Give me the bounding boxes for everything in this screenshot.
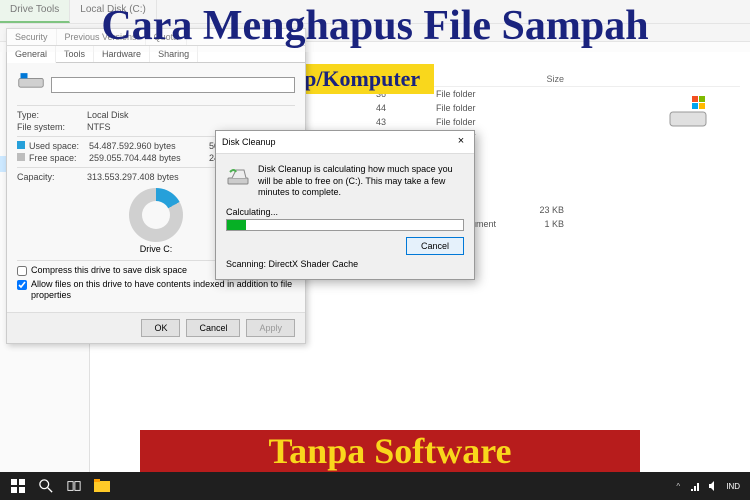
explorer-taskbar-icon[interactable] [90, 474, 114, 498]
used-bytes: 54.487.592.960 bytes [89, 141, 209, 151]
cleanup-message: Disk Cleanup is calculating how much spa… [258, 164, 464, 199]
col-size-header[interactable]: Size [520, 74, 570, 84]
index-label: Allow files on this drive to have conten… [31, 279, 295, 301]
used-legend-icon [17, 141, 25, 149]
drive-icon [17, 71, 45, 99]
fs-value: NTFS [87, 122, 111, 132]
calculating-label: Calculating... [226, 207, 464, 217]
drive-label-input[interactable] [51, 77, 295, 93]
index-checkbox[interactable] [17, 280, 27, 290]
compress-label: Compress this drive to save disk space [31, 265, 187, 276]
used-label: Used space: [29, 141, 89, 151]
task-view-icon[interactable] [62, 474, 86, 498]
search-icon[interactable] [34, 474, 58, 498]
cancel-button[interactable]: Cancel [186, 319, 240, 337]
scanning-label: Scanning: [226, 259, 266, 269]
disk-cleanup-dialog: Disk Cleanup × Disk Cleanup is calculati… [215, 130, 475, 280]
capacity-label: Capacity: [17, 172, 87, 182]
chevron-up-icon[interactable]: ^ [672, 480, 684, 492]
tutorial-overlay: Cara Menghapus File Sampah [0, 0, 750, 52]
compress-checkbox[interactable] [17, 266, 27, 276]
cleanup-cancel-button[interactable]: Cancel [406, 237, 464, 255]
volume-icon[interactable] [708, 480, 720, 492]
tutorial-title: Cara Menghapus File Sampah [0, 0, 750, 52]
drive-icon [666, 90, 710, 139]
network-icon[interactable] [690, 480, 702, 492]
cleanup-icon [226, 164, 250, 188]
capacity-bytes: 313.553.297.408 bytes [87, 172, 179, 182]
fs-label: File system: [17, 122, 87, 132]
cleanup-title: Disk Cleanup [222, 137, 276, 147]
start-button[interactable] [6, 474, 30, 498]
taskbar: ^ IND [0, 472, 750, 500]
free-label: Free space: [29, 153, 89, 163]
progress-bar [226, 219, 464, 231]
system-tray: ^ IND [672, 480, 746, 492]
close-icon[interactable]: × [454, 135, 468, 149]
free-bytes: 259.055.704.448 bytes [89, 153, 209, 163]
capacity-pie-chart [129, 188, 183, 242]
free-legend-icon [17, 153, 25, 161]
type-label: Type: [17, 110, 87, 120]
tutorial-footer: Tanpa Software [140, 430, 640, 472]
apply-button[interactable]: Apply [246, 319, 295, 337]
ok-button[interactable]: OK [141, 319, 180, 337]
scanning-value: DirectX Shader Cache [269, 259, 359, 269]
language-indicator[interactable]: IND [726, 482, 740, 491]
type-value: Local Disk [87, 110, 129, 120]
